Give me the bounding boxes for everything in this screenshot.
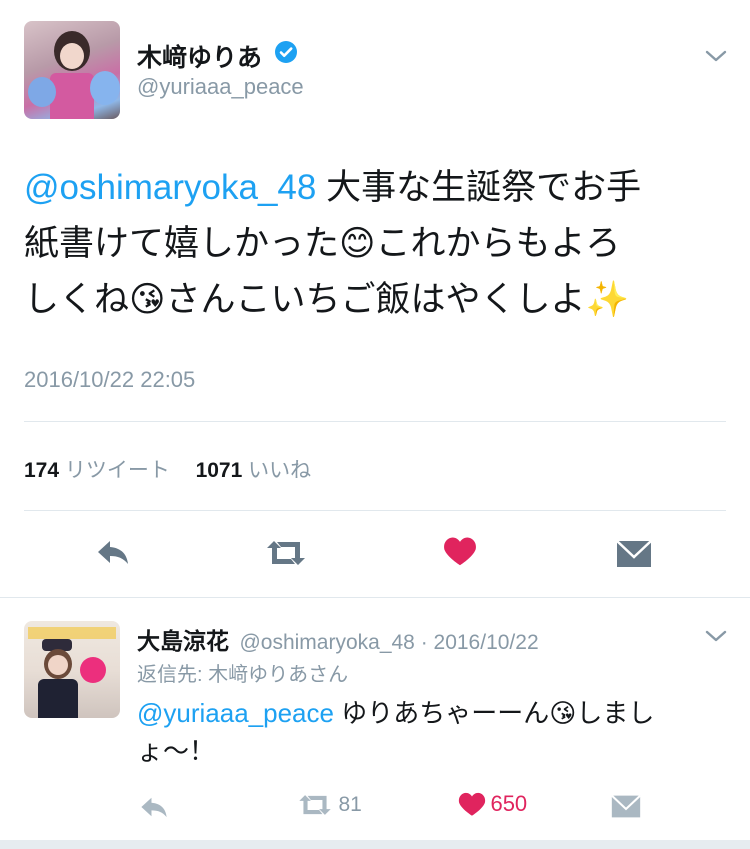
direct-message-icon[interactable] (616, 539, 652, 569)
direct-message-icon[interactable] (611, 794, 641, 819)
avatar[interactable] (24, 621, 120, 718)
retweet-icon[interactable] (263, 538, 309, 568)
tweet-text: @oshimaryoka_48 大事な生誕祭でお手 紙書けて嬉しかった😊これから… (24, 160, 724, 328)
reply-icon[interactable] (94, 537, 132, 567)
reply-text-segment: ょ〜！ (137, 736, 216, 766)
tweet-line: 紙書けて嬉しかった😊これからもよろ (24, 216, 724, 272)
sparkles-emoji: ✨ (585, 280, 630, 319)
reply-handle-date[interactable]: @oshimaryoka_48 · 2016/10/22 (239, 631, 538, 654)
tweet-timestamp[interactable]: 2016/10/22 22:05 (24, 367, 195, 393)
mention-link[interactable]: @yuriaaa_peace (137, 698, 334, 728)
kissing-face-emoji: 😘 (549, 698, 577, 728)
tweet-stats: 174 リツイート 1071 いいね (24, 454, 311, 484)
verified-badge-icon (274, 40, 298, 64)
divider (24, 421, 726, 422)
kissing-face-emoji: 😘 (129, 280, 166, 319)
handle[interactable]: @yuriaaa_peace (137, 74, 304, 100)
tweet-line: しくね😘さんこいちご飯はやくしよ✨ (24, 272, 724, 328)
reply-retweet-count: 81 (338, 793, 362, 816)
reply-to-label[interactable]: 返信先: 木﨑ゆりあさん (137, 658, 348, 687)
smiling-face-emoji: 😊 (339, 224, 376, 263)
reply-header: 大島涼花 @oshimaryoka_48 · 2016/10/22 (137, 622, 539, 656)
reply-text-segment: しまし (576, 698, 655, 728)
tweet-text-segment: 紙書けて嬉しかった (24, 224, 340, 263)
retweet-label: リツイート (64, 459, 170, 482)
retweet-count: 174 (24, 459, 60, 482)
avatar[interactable] (24, 21, 120, 119)
reply-text: @yuriaaa_peace ゆりあちゃーーん😘しまし ょ〜！ (137, 694, 727, 770)
reply-like-count: 650 (490, 791, 528, 816)
reply-like-button[interactable]: 650 (458, 791, 527, 817)
like-stat[interactable]: 1071 いいね (196, 459, 312, 482)
footer-strip (0, 840, 750, 849)
like-label: いいね (248, 459, 312, 482)
tweet-text-segment: 大事な生誕祭でお手 (326, 168, 642, 207)
heart-icon[interactable] (443, 535, 477, 567)
chevron-down-icon[interactable] (704, 628, 728, 644)
reply-line: @yuriaaa_peace ゆりあちゃーーん😘しまし (137, 694, 727, 732)
retweet-icon (296, 792, 334, 818)
retweet-stat[interactable]: 174 リツイート (24, 459, 170, 482)
chevron-down-icon[interactable] (704, 48, 728, 64)
divider (24, 510, 726, 511)
tweet-text-segment: しくね (24, 280, 130, 319)
mention-link[interactable]: @oshimaryoka_48 (24, 168, 316, 207)
reply-display-name[interactable]: 大島涼花 (137, 628, 229, 654)
reply-text-segment: ゆりあちゃーーん (341, 698, 550, 728)
reply-line: ょ〜！ (137, 732, 727, 770)
reply-icon[interactable] (138, 794, 170, 820)
display-name[interactable]: 木﨑ゆりあ (137, 38, 262, 74)
divider (0, 597, 750, 598)
tweet-text-segment: さんこいちご飯はやくしよ (165, 280, 586, 319)
like-count: 1071 (195, 459, 243, 482)
reply-retweet-button[interactable]: 81 (296, 792, 362, 818)
tweet-text-segment: これからもよろ (375, 224, 621, 263)
heart-icon (458, 791, 486, 817)
tweet-line: @oshimaryoka_48 大事な生誕祭でお手 (24, 160, 724, 216)
